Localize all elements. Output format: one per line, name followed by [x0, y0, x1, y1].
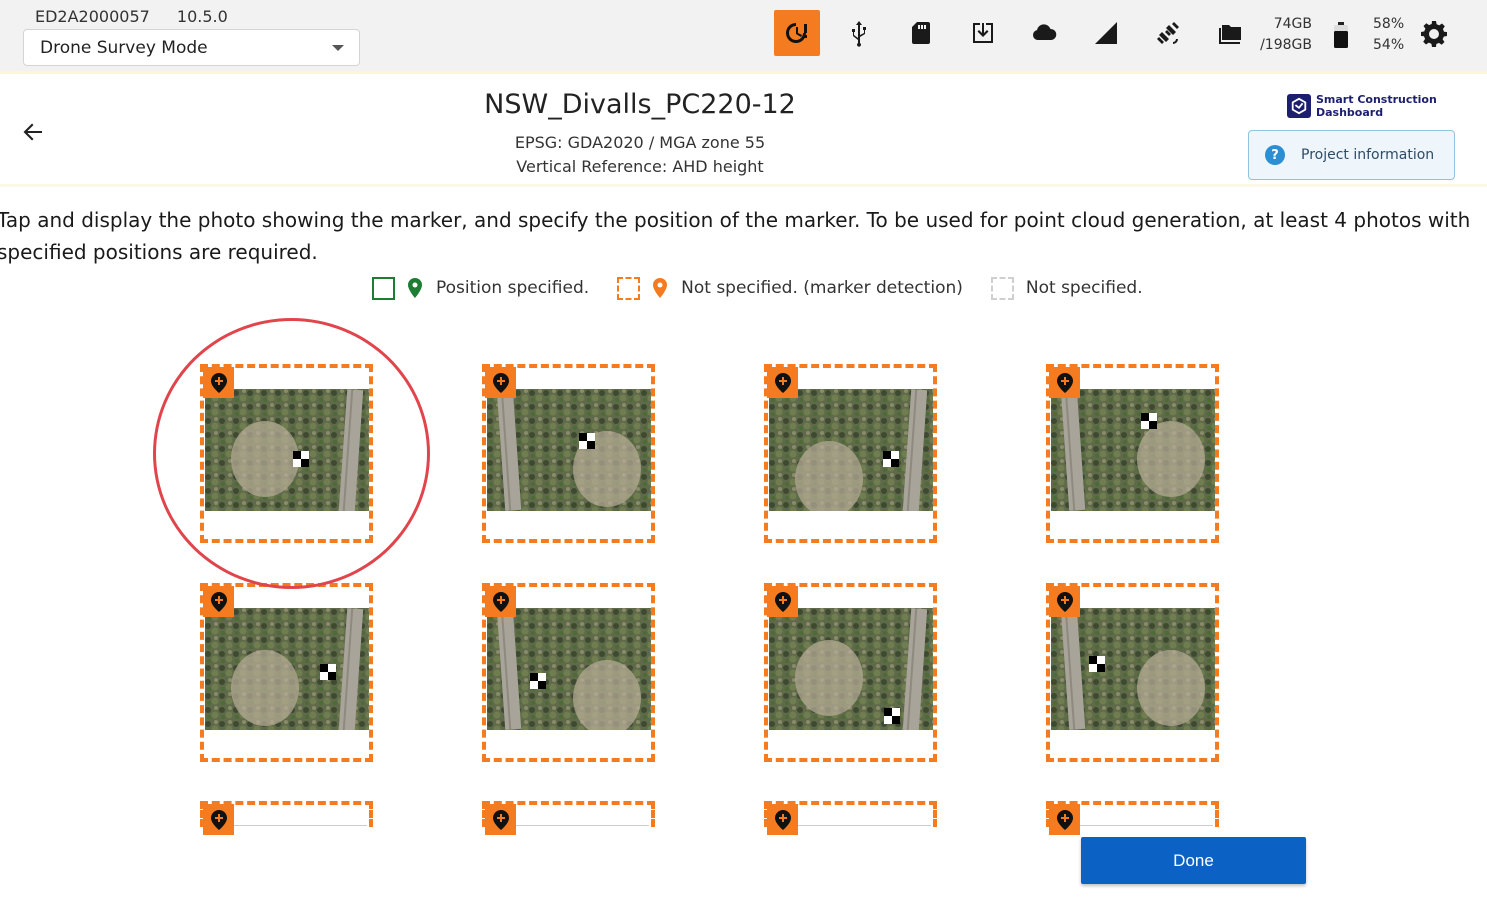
- card-divider: [234, 825, 367, 826]
- logo-line-1: Smart Construction: [1316, 93, 1437, 106]
- project-information-button[interactable]: ? Project information: [1248, 130, 1455, 180]
- vertical-reference: Vertical Reference: AHD height: [516, 157, 764, 176]
- device-id: ED2A2000057: [35, 7, 150, 26]
- photo-card[interactable]: [200, 801, 373, 835]
- photo-card[interactable]: [482, 364, 655, 543]
- status-bar: ED2A2000057 10.5.0 Drone Survey Mode 74G…: [0, 0, 1487, 74]
- marker-detection-pin-icon: [1049, 367, 1080, 398]
- aerial-photo-thumbnail: [1051, 608, 1215, 730]
- marker-detection-pin-icon: [1049, 586, 1080, 617]
- legend-specified-swatch: [372, 276, 395, 300]
- battery-level-secondary: 54%: [1373, 37, 1405, 53]
- marker-detection-pin-icon: [485, 804, 516, 835]
- marker-detection-pin-icon: [485, 586, 516, 617]
- card-divider: [798, 825, 931, 826]
- aerial-photo-thumbnail: [487, 608, 651, 730]
- map-pin-green-icon: [408, 278, 422, 298]
- card-divider: [1080, 825, 1213, 826]
- project-information-label: Project information: [1301, 147, 1435, 163]
- folders-icon[interactable]: [1207, 10, 1253, 56]
- aerial-photo-thumbnail: [1051, 389, 1215, 511]
- aerial-photo-thumbnail: [769, 608, 933, 730]
- app-version: 10.5.0: [176, 7, 228, 26]
- smart-construction-logo-icon: [1287, 94, 1311, 118]
- storage-info: 74GB /198GB: [1256, 14, 1312, 56]
- alert-timer-icon[interactable]: [774, 10, 820, 56]
- marker-detection-pin-icon: [203, 804, 234, 835]
- project-header: NSW_Divalls_PC220-12 EPSG: GDA2020 / MGA…: [0, 77, 1487, 187]
- signal-icon: [1083, 10, 1129, 56]
- chevron-down-icon: [332, 45, 344, 51]
- photo-card[interactable]: [482, 583, 655, 762]
- legend-not-specified-label: Not specified.: [1025, 278, 1143, 298]
- battery-icon: [1334, 22, 1348, 48]
- marker-detection-pin-icon: [767, 804, 798, 835]
- download-icon[interactable]: [960, 10, 1006, 56]
- storage-free: 74GB: [1273, 16, 1312, 32]
- project-title: NSW_Divalls_PC220-12: [484, 89, 796, 120]
- photo-card[interactable]: [764, 583, 937, 762]
- marker-detection-pin-icon: [767, 586, 798, 617]
- mode-select-value: Drone Survey Mode: [40, 37, 208, 58]
- legend-marker-detection-swatch: [617, 276, 641, 300]
- project-epsg: EPSG: GDA2020 / MGA zone 55: [514, 133, 766, 152]
- marker-detection-pin-icon: [485, 367, 516, 398]
- marker-detection-pin-icon: [767, 367, 798, 398]
- marker-detection-pin-icon: [203, 367, 234, 398]
- photo-card[interactable]: [1046, 583, 1219, 762]
- smart-construction-logo: Smart Construction Dashboard: [1287, 93, 1437, 119]
- photo-card[interactable]: [1046, 364, 1219, 543]
- aerial-photo-thumbnail: [769, 389, 933, 511]
- photo-card[interactable]: [200, 364, 373, 543]
- aerial-photo-thumbnail: [205, 389, 369, 511]
- legend: Position specified. Not specified. (mark…: [372, 276, 1171, 300]
- mode-select[interactable]: Drone Survey Mode: [23, 29, 360, 66]
- marker-detection-pin-icon: [203, 586, 234, 617]
- battery-levels: 58% 54%: [1373, 14, 1404, 56]
- storage-total: /198GB: [1260, 37, 1312, 53]
- marker-detection-pin-icon: [1049, 804, 1080, 835]
- cloud-icon[interactable]: [1021, 10, 1067, 56]
- usb-icon[interactable]: [836, 10, 882, 56]
- device-info: ED2A2000057 10.5.0: [35, 7, 250, 26]
- photo-card[interactable]: [1046, 801, 1219, 835]
- help-icon: ?: [1265, 145, 1285, 165]
- battery-level-primary: 58%: [1373, 16, 1405, 32]
- photo-card[interactable]: [200, 583, 373, 762]
- photo-card[interactable]: [482, 801, 655, 835]
- done-button[interactable]: Done: [1081, 837, 1306, 884]
- aerial-photo-thumbnail: [487, 389, 651, 511]
- legend-specified-label: Position specified.: [436, 278, 590, 298]
- map-pin-orange-icon: [653, 278, 668, 298]
- legend-not-specified-swatch: [990, 276, 1014, 300]
- instruction-text: Tap and display the photo showing the ma…: [0, 208, 1471, 264]
- photo-card[interactable]: [764, 364, 937, 543]
- aerial-photo-thumbnail: [205, 608, 369, 730]
- gear-icon[interactable]: [1418, 18, 1450, 50]
- legend-marker-detection-label: Not specified. (marker detection): [681, 278, 963, 298]
- card-divider: [516, 825, 649, 826]
- satellite-icon[interactable]: [1145, 10, 1191, 56]
- logo-line-2: Dashboard: [1316, 106, 1384, 119]
- photo-card[interactable]: [764, 801, 937, 835]
- sd-card-icon[interactable]: [898, 10, 944, 56]
